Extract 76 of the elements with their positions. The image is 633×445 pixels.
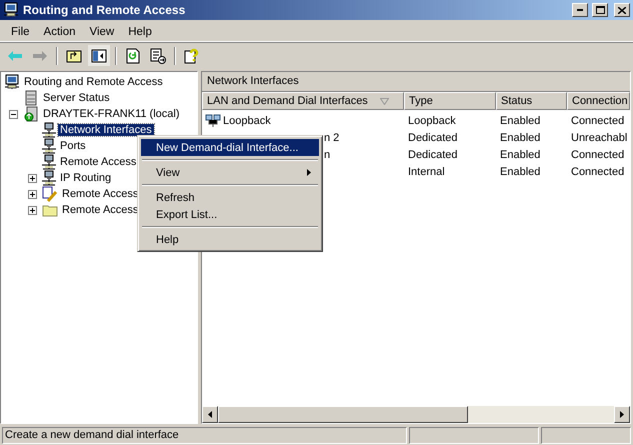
table-cell-text: Enabled	[499, 114, 542, 126]
tree-item[interactable]: Network Interfaces	[58, 124, 154, 136]
network-icon	[42, 122, 56, 138]
forward-arrow-icon	[33, 50, 47, 60]
sort-icon	[380, 98, 389, 104]
column-header[interactable]: Type	[404, 92, 496, 110]
table-cell-text: Dedicated	[407, 148, 459, 160]
plus-icon	[30, 176, 35, 180]
table-cell-text: Dedicated	[407, 132, 459, 144]
expander[interactable]	[28, 190, 37, 198]
status-text: Create a new demand dial interface	[2, 427, 407, 444]
menu-item[interactable]: Export List...	[141, 206, 319, 223]
table-cell-text: Connected	[570, 148, 626, 160]
close-button[interactable]	[614, 3, 630, 17]
tree-item[interactable]: Remote Access	[58, 156, 138, 168]
table-cell-text: Unreachabl	[570, 132, 628, 144]
table-cell: n 2	[324, 132, 340, 144]
table-cell-text: Loopback	[407, 114, 457, 126]
server-icon	[23, 106, 39, 122]
menu-item[interactable]: Help	[141, 231, 319, 248]
expander[interactable]	[28, 206, 37, 214]
menu-item[interactable]: View	[82, 24, 122, 40]
table-cell-text: Enabled	[499, 148, 542, 160]
help-icon	[184, 48, 200, 64]
expander[interactable]	[28, 174, 37, 182]
refresh-icon	[126, 48, 140, 64]
server-icon	[23, 90, 39, 106]
menu-item[interactable]: Action	[36, 24, 82, 40]
scroll-left-icon	[208, 411, 212, 418]
minimize-button[interactable]	[572, 3, 588, 17]
network-adapter-icon	[205, 114, 221, 128]
horizontal-scrollbar[interactable]	[202, 406, 630, 423]
menu-item[interactable]: Refresh	[141, 189, 319, 206]
maximize-icon	[596, 6, 604, 14]
scroll-right-icon	[620, 411, 624, 418]
menu-item[interactable]: View	[141, 164, 319, 181]
menu-item[interactable]: New Demand-dial Interface...	[141, 139, 319, 156]
column-header[interactable]: Connection	[567, 92, 630, 110]
tree-item[interactable]: Routing and Remote Access	[22, 76, 165, 88]
table-cell-text: Connected	[570, 114, 626, 126]
tree-item[interactable]: DRAYTEK-FRANK11 (local)	[41, 108, 182, 120]
export-list-icon	[150, 48, 166, 64]
table-cell-text: Enabled	[499, 132, 542, 144]
table-cell-text: Connected	[570, 166, 626, 178]
tree-item[interactable]: Ports	[58, 140, 88, 152]
maximize-button[interactable]	[592, 3, 608, 17]
table-cell: Loopback	[223, 114, 271, 126]
submenu-arrow-icon	[307, 169, 311, 176]
toolbar-button[interactable]	[88, 45, 110, 66]
table-cell: n	[324, 148, 330, 160]
expander[interactable]	[9, 110, 18, 118]
tree-item[interactable]: Server Status	[41, 92, 112, 104]
plus-icon	[30, 208, 35, 212]
network-icon	[42, 138, 56, 154]
table-cell-text: Enabled	[499, 166, 542, 178]
column-header[interactable]: LAN and Demand Dial Interfaces	[202, 92, 404, 110]
close-icon	[618, 6, 626, 14]
console-tree-icon	[91, 48, 107, 62]
menu-item[interactable]: File	[4, 24, 37, 40]
back-arrow-icon	[8, 50, 22, 60]
window-title: Routing and Remote Access	[23, 3, 186, 17]
menu-item[interactable]: Help	[121, 24, 159, 40]
minimize-icon	[577, 9, 583, 11]
policy-icon	[42, 186, 58, 202]
tree-item[interactable]: Remote Access	[60, 204, 140, 216]
network-icon	[42, 170, 56, 186]
tree-item[interactable]: Remote Access	[60, 188, 140, 200]
computer-icon	[3, 2, 19, 18]
column-header[interactable]: Status	[496, 92, 567, 110]
up-folder-icon	[66, 48, 82, 62]
folder-icon	[42, 203, 58, 217]
table-cell-text: Internal	[407, 166, 446, 178]
computer-icon	[4, 74, 20, 90]
tree-item[interactable]: IP Routing	[58, 172, 114, 184]
plus-icon	[30, 192, 35, 196]
network-icon	[42, 154, 56, 170]
